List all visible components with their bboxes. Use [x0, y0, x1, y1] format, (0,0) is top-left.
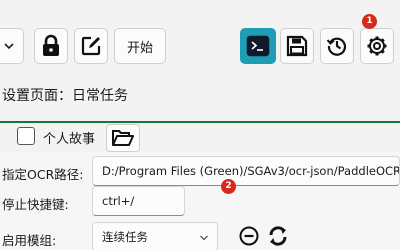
minus-circle-icon [239, 226, 259, 246]
start-button-label: 开始 [126, 40, 153, 56]
enable-module-label: 启用模组: [2, 233, 57, 248]
page-title: 设置页面：日常任务 [2, 88, 128, 104]
remove-module-button[interactable] [238, 225, 260, 247]
module-select-value: 连续任务 [102, 230, 148, 244]
folder-open-icon [112, 130, 134, 146]
refresh-icon [269, 226, 287, 246]
ocr-path-badge: 2 [221, 179, 236, 194]
ocr-path-input[interactable]: D:/Program Files (Green)/SGAv3/ocr-json/… [92, 156, 400, 186]
module-select[interactable]: 连续任务 [92, 222, 218, 250]
personal-story-label: 个人故事 [43, 132, 96, 147]
lock-icon [43, 34, 59, 56]
start-button[interactable]: 开始 [114, 28, 166, 64]
personal-story-checkbox[interactable] [17, 127, 35, 145]
save-icon [286, 35, 308, 57]
ocr-path-label: 指定OCR路径: [2, 167, 84, 182]
chevron-down-icon [200, 235, 208, 241]
settings-badge: 1 [362, 14, 377, 29]
edit-button[interactable] [74, 28, 108, 64]
open-folder-button[interactable] [106, 124, 140, 152]
lock-button[interactable] [34, 28, 68, 64]
refresh-module-button[interactable] [266, 224, 290, 248]
save-button[interactable] [280, 28, 314, 64]
terminal-icon [246, 35, 270, 57]
chevron-down-icon [4, 43, 14, 50]
stop-hotkey-input[interactable]: ctrl+/ [92, 186, 185, 216]
gear-icon [367, 36, 387, 56]
dropdown-toggle-button[interactable] [0, 28, 24, 64]
history-icon [326, 37, 347, 56]
history-button[interactable] [320, 28, 354, 64]
stop-hotkey-label: 停止快捷键: [2, 197, 69, 212]
separator-line [0, 121, 400, 123]
terminal-button[interactable] [240, 28, 276, 64]
edit-icon [81, 36, 101, 56]
settings-button[interactable] [360, 28, 394, 64]
